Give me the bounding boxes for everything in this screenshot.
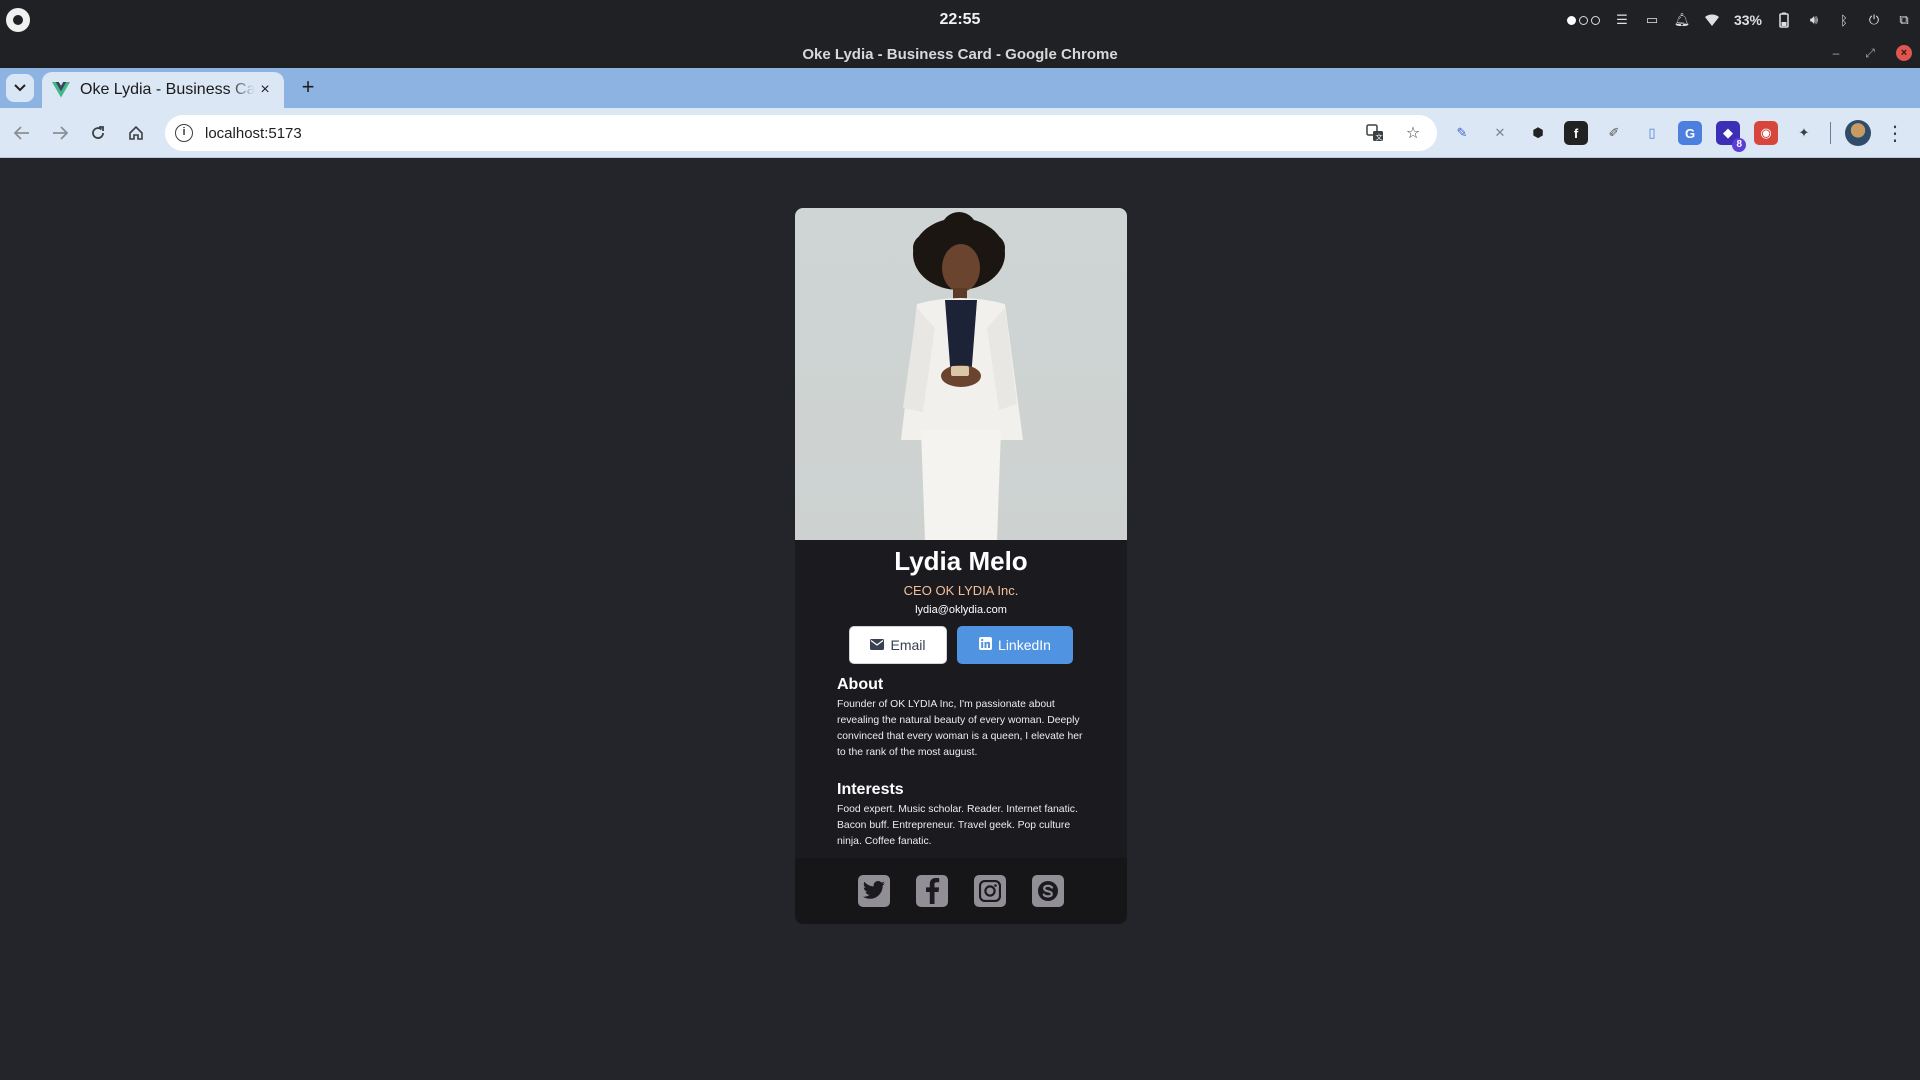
email-address: lydia@oklydia.com <box>915 604 1007 616</box>
site-info-icon[interactable]: i <box>175 124 193 142</box>
pen-extension-icon[interactable]: ✎ <box>1450 121 1474 145</box>
extension-badge: 8 <box>1732 138 1746 152</box>
person-name: Lydia Melo <box>894 546 1028 576</box>
eyedropper-extension-icon[interactable]: ✐ <box>1602 121 1626 145</box>
svg-text:文: 文 <box>1376 133 1383 142</box>
interests-heading: Interests <box>837 781 904 798</box>
bookmark-star-icon[interactable]: ☆ <box>1403 123 1423 143</box>
stack-extension-icon[interactable]: ◆ 8 <box>1716 121 1746 152</box>
linkedin-icon <box>979 637 993 653</box>
forward-icon[interactable] <box>48 121 72 145</box>
reload-icon[interactable] <box>86 121 110 145</box>
interests-section: Interests Food expert. Music scholar. Re… <box>837 781 1087 850</box>
extensions-bar: ✎ ✕ ⬢ f ✐ ▯ G ◆ 8 ◉ ✦ ⋮ <box>1450 120 1905 152</box>
interests-text: Food expert. Music scholar. Reader. Inte… <box>837 804 1078 847</box>
linkedin-button[interactable]: LinkedIn <box>957 626 1073 664</box>
tab-strip: Oke Lydia - Business Card × + <box>0 68 1920 108</box>
formula-extension-icon[interactable]: f <box>1564 121 1588 145</box>
menu-icon[interactable]: ☰ <box>1614 12 1630 28</box>
screenshot-extension-icon[interactable]: ◉ <box>1754 121 1778 145</box>
battery-percent[interactable]: 33% <box>1734 12 1762 28</box>
minimize-icon[interactable]: – <box>1828 46 1844 60</box>
translate-icon[interactable]: 文 <box>1365 123 1385 143</box>
about-section: About Founder of OK LYDIA Inc, I'm passi… <box>837 676 1087 761</box>
tab-close-icon[interactable]: × <box>256 81 274 99</box>
social-footer <box>795 858 1127 924</box>
instagram-icon[interactable] <box>974 875 1006 907</box>
translate-blue-extension-icon[interactable]: G <box>1678 121 1702 145</box>
page-viewport: Lydia Melo CEO OK LYDIA Inc. lydia@oklyd… <box>0 158 1920 1080</box>
back-icon[interactable] <box>10 121 34 145</box>
twitter-icon[interactable] <box>858 875 890 907</box>
linkedin-button-label: LinkedIn <box>998 637 1051 653</box>
bluetooth-icon[interactable]: ᛒ <box>1836 12 1852 28</box>
window-switch-icon[interactable]: ⧉ <box>1896 12 1912 28</box>
hexagon-extension-icon[interactable]: ⬢ <box>1526 121 1550 145</box>
bell-icon[interactable]: 🔔︎ <box>1674 12 1691 28</box>
volume-icon[interactable]: 🔊︎ <box>1806 12 1822 28</box>
email-button-label: Email <box>890 637 926 653</box>
os-top-bar: 22:55 ☰ ▭ 🔔︎ 33% 🔊︎ ᛒ ⏻ ⧉ <box>0 0 1920 40</box>
tab-title: Oke Lydia - Business Card <box>80 81 255 98</box>
vue-favicon-icon <box>52 81 70 99</box>
address-bar[interactable]: i localhost:5173 文 ☆ <box>165 115 1437 151</box>
document-extension-icon[interactable]: ▯ <box>1640 121 1664 145</box>
tab-search-button[interactable] <box>6 74 34 102</box>
workspace-indicator-icon[interactable] <box>1566 15 1600 25</box>
browser-toolbar: i localhost:5173 文 ☆ ✎ ✕ ⬢ f ✐ ▯ G ◆ 8 ◉ … <box>0 108 1920 158</box>
close-window-icon[interactable]: × <box>1896 45 1912 61</box>
chrome-menu-icon[interactable]: ⋮ <box>1885 121 1905 146</box>
system-tray: ☰ ▭ 🔔︎ 33% 🔊︎ ᛒ ⏻ ⧉ <box>1566 8 1912 32</box>
job-title: CEO OK LYDIA Inc. <box>903 583 1019 598</box>
power-icon[interactable]: ⏻ <box>1866 12 1882 28</box>
profile-photo <box>795 208 1127 540</box>
wifi-icon[interactable] <box>1704 12 1720 28</box>
facebook-icon[interactable] <box>916 875 948 907</box>
url-text[interactable]: localhost:5173 <box>205 125 302 142</box>
home-icon[interactable] <box>124 121 148 145</box>
folder-icon[interactable]: ▭ <box>1644 12 1660 28</box>
profile-avatar[interactable] <box>1845 120 1871 146</box>
contact-buttons: Email LinkedIn <box>795 626 1127 664</box>
battery-icon[interactable] <box>1776 12 1792 28</box>
business-card: Lydia Melo CEO OK LYDIA Inc. lydia@oklyd… <box>795 208 1127 924</box>
new-tab-button[interactable]: + <box>296 76 320 100</box>
window-title: Oke Lydia - Business Card - Google Chrom… <box>802 46 1118 63</box>
about-heading: About <box>837 676 884 693</box>
window-title-bar: Oke Lydia - Business Card - Google Chrom… <box>0 40 1920 68</box>
maximize-icon[interactable]: ⤢ <box>1862 46 1878 61</box>
extensions-puzzle-icon[interactable]: ✦ <box>1792 121 1816 145</box>
envelope-icon <box>870 637 885 653</box>
email-button[interactable]: Email <box>849 626 947 664</box>
toolbar-divider <box>1830 122 1831 144</box>
about-text: Founder of OK LYDIA Inc, I'm passionate … <box>837 699 1083 758</box>
window-controls: – ⤢ × <box>1828 45 1912 61</box>
translate-extension-icon[interactable]: ✕ <box>1488 121 1512 145</box>
skype-icon[interactable] <box>1032 875 1064 907</box>
card-info: Lydia Melo CEO OK LYDIA Inc. lydia@oklyd… <box>795 540 1127 664</box>
tab-business-card[interactable]: Oke Lydia - Business Card × <box>42 72 284 108</box>
